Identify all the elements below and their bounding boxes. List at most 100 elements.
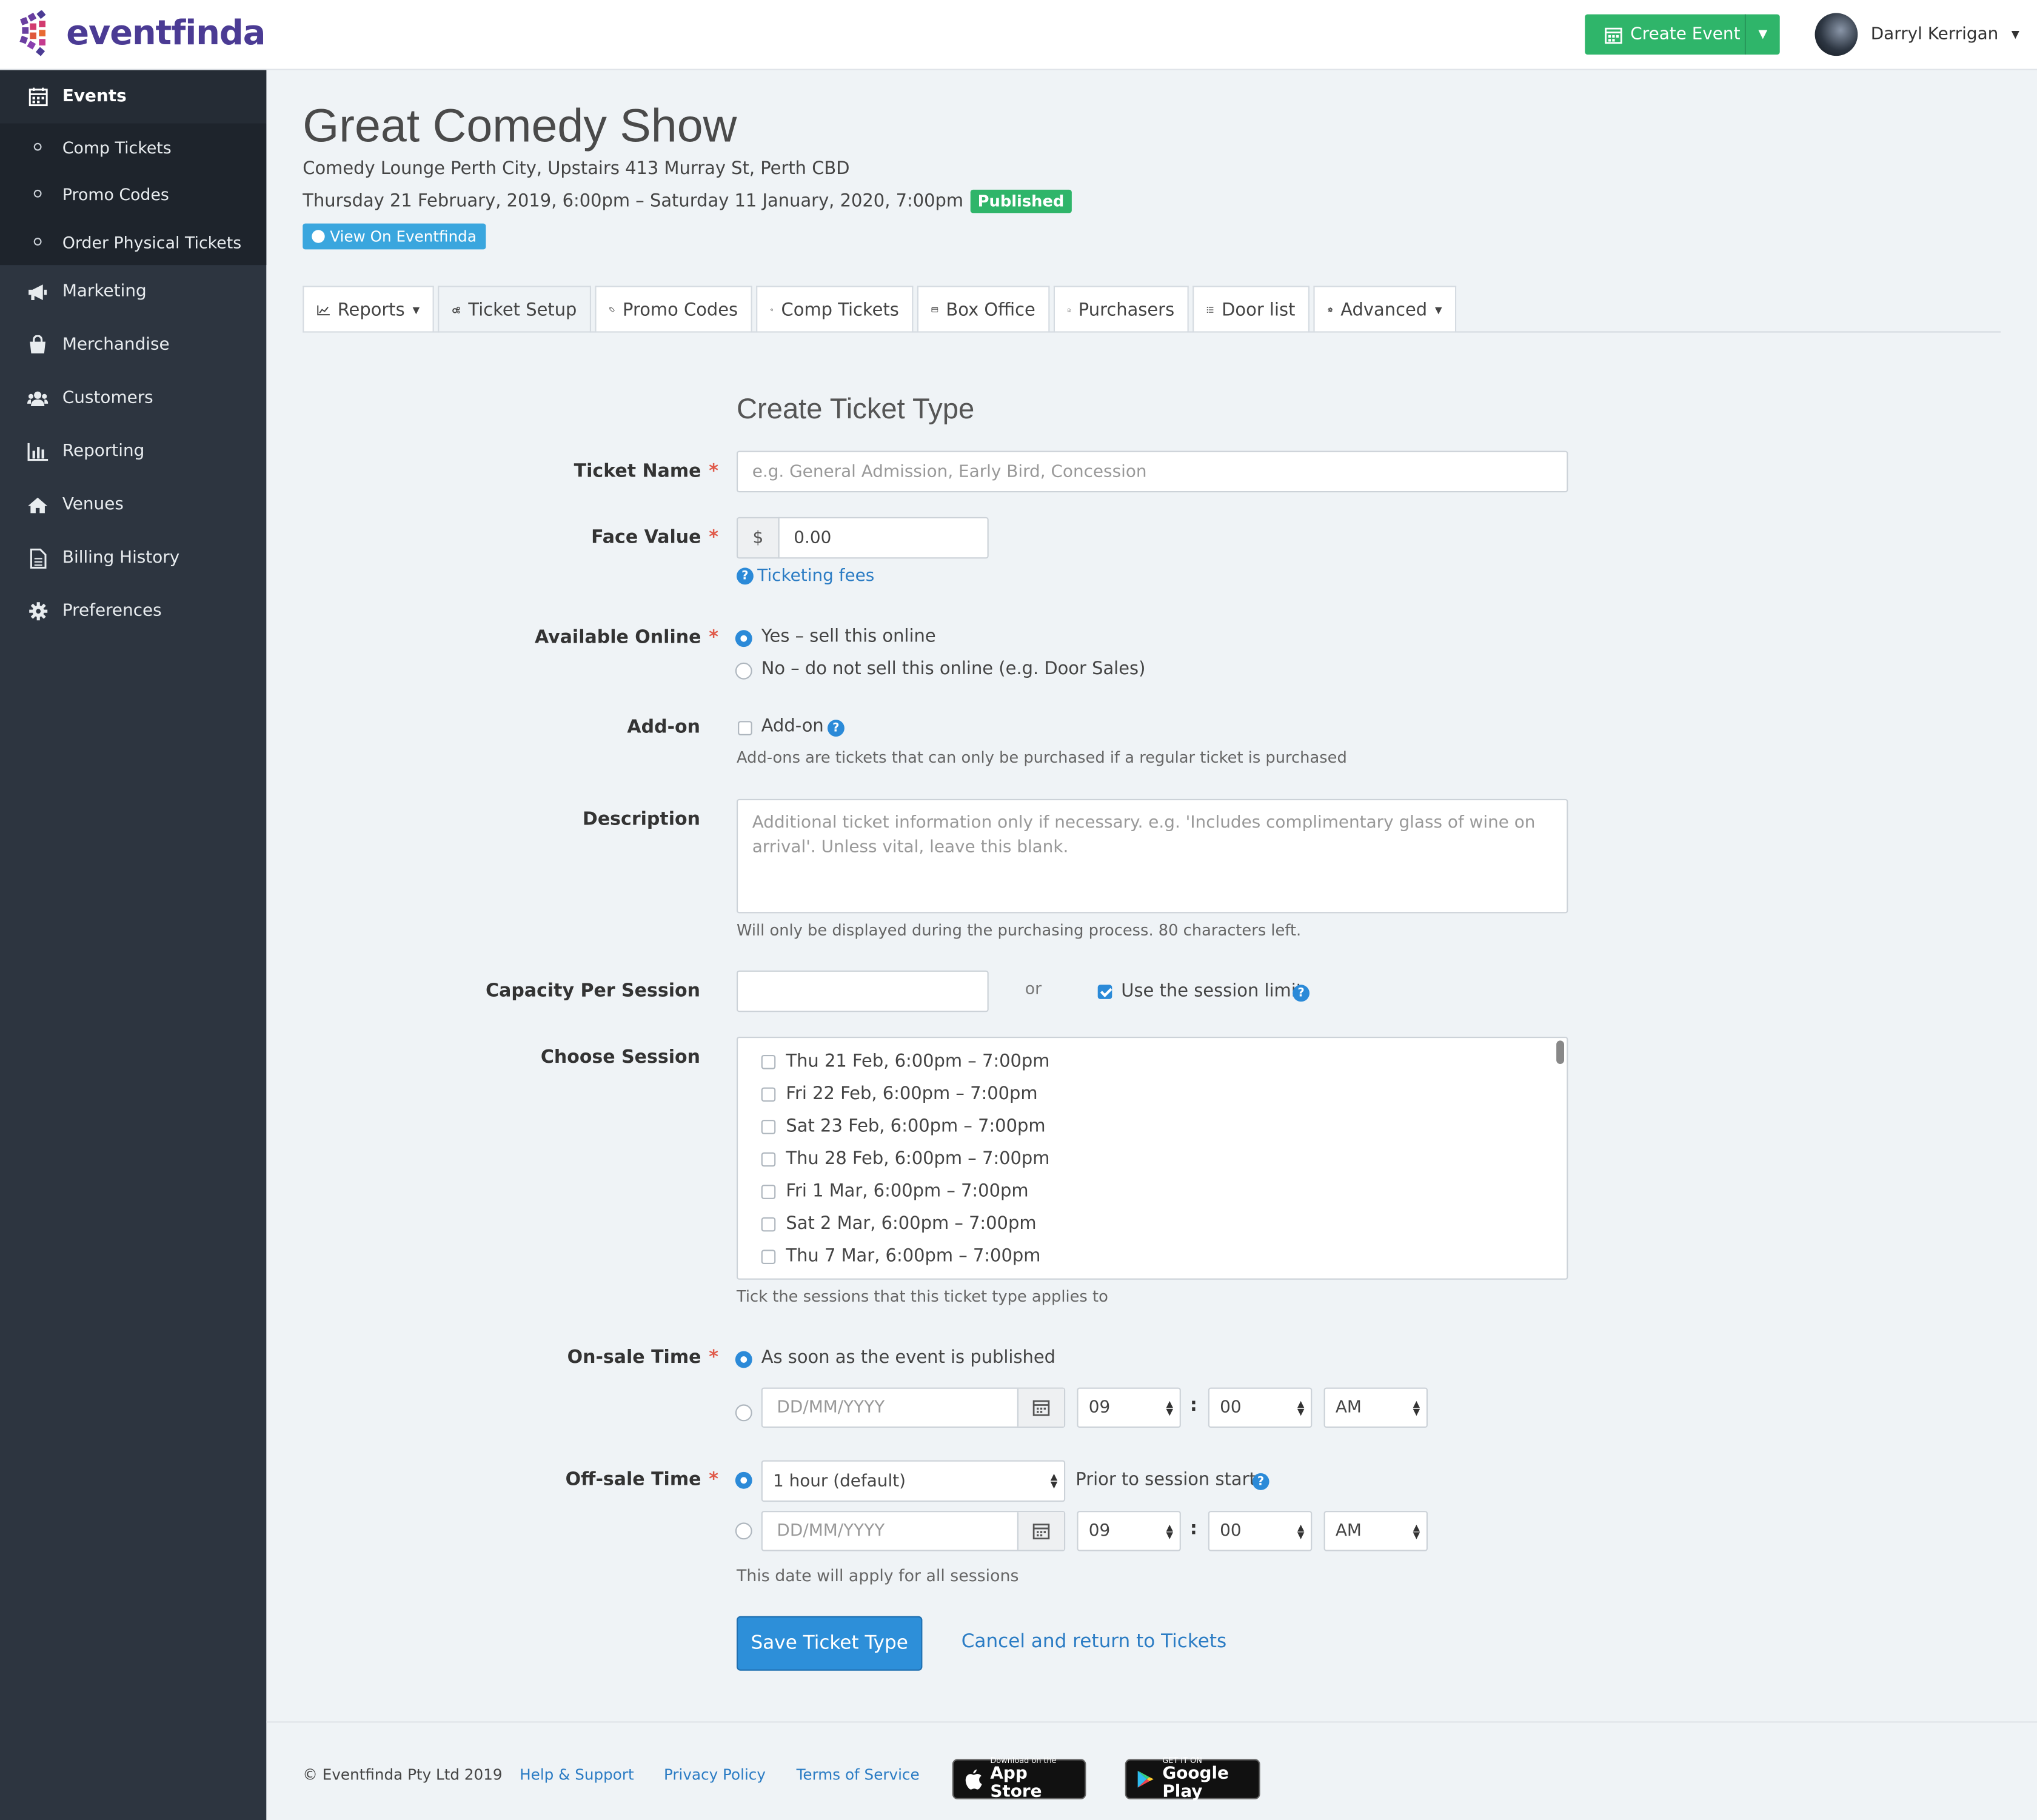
user-menu[interactable]: Darryl Kerrigan ▼	[1815, 13, 2019, 56]
label-text: Ticket Name	[574, 461, 701, 482]
onsale-date-input[interactable]: DD/MM/YYYY	[761, 1387, 1066, 1428]
addon-help-icon[interactable]: ?	[828, 720, 845, 737]
session-label: Sat 2 Mar, 6:00pm – 7:00pm	[786, 1213, 1037, 1234]
create-event-main[interactable]: Create Event	[1585, 14, 1746, 55]
session-checkbox[interactable]	[761, 1216, 776, 1231]
capacity-input[interactable]	[737, 970, 989, 1012]
sidebar-item-venues[interactable]: Venues	[0, 478, 266, 532]
offsale-date-radio[interactable]	[735, 1522, 752, 1540]
tab-reports[interactable]: Reports ▼	[303, 286, 434, 333]
available-online-yes-label[interactable]: Yes – sell this online	[761, 626, 936, 647]
session-item[interactable]: Thu 7 Mar, 6:00pm – 7:00pm	[761, 1246, 1040, 1266]
session-limit-checkbox[interactable]	[1097, 985, 1112, 999]
sidebar-item-reporting[interactable]: Reporting	[0, 425, 266, 478]
sidebar-subitem-order-physical-tickets[interactable]: Order Physical Tickets	[0, 218, 266, 265]
available-online-no-label[interactable]: No – do not sell this online (e.g. Door …	[761, 658, 1146, 679]
session-checkbox[interactable]	[761, 1086, 776, 1102]
create-event-dropdown-caret-icon[interactable]: ▼	[1746, 28, 1780, 41]
session-checkbox[interactable]	[761, 1151, 776, 1166]
currency-addon: $	[737, 517, 780, 559]
save-ticket-type-button[interactable]: Save Ticket Type	[737, 1616, 923, 1671]
terms-of-service-link[interactable]: Terms of Service	[797, 1765, 920, 1784]
tab-comp-tickets[interactable]: Comp Tickets	[756, 286, 914, 333]
session-item[interactable]: Thu 28 Feb, 6:00pm – 7:00pm	[761, 1148, 1049, 1169]
sidebar-item-preferences[interactable]: Preferences	[0, 584, 266, 638]
sidebar-item-customers[interactable]: Customers	[0, 372, 266, 425]
cancel-return-link[interactable]: Cancel and return to Tickets	[962, 1631, 1227, 1652]
session-checkbox[interactable]	[761, 1119, 776, 1134]
tab-advanced[interactable]: Advanced ▼	[1313, 286, 1457, 333]
session-list-scrollbar[interactable]	[1556, 1040, 1564, 1064]
onsale-hour-select[interactable]: 09 ▲ ▼	[1077, 1387, 1181, 1428]
session-list[interactable]: Thu 21 Feb, 6:00pm – 7:00pm Fri 22 Feb, …	[737, 1037, 1568, 1280]
offsale-duration-select[interactable]: 1 hour (default) ▲ ▼	[761, 1460, 1066, 1502]
tab-purchasers[interactable]: Purchasers	[1053, 286, 1189, 333]
session-item[interactable]: Fri 22 Feb, 6:00pm – 7:00pm	[761, 1083, 1038, 1104]
session-limit-help-icon[interactable]: ?	[1293, 985, 1310, 1002]
available-online-no-radio[interactable]	[735, 662, 752, 680]
sidebar-item-marketing[interactable]: Marketing	[0, 265, 266, 318]
offsale-date-input[interactable]: DD/MM/YYYY	[761, 1511, 1066, 1551]
chevron-down-icon: ▼	[412, 304, 420, 315]
addon-checkbox-label[interactable]: Add-on	[761, 716, 824, 737]
onsale-published-label[interactable]: As soon as the event is published	[761, 1347, 1055, 1368]
apple-icon	[965, 1769, 982, 1790]
session-limit-label[interactable]: Use the session limit	[1121, 981, 1303, 1002]
label-text: Available Online	[534, 627, 701, 649]
currency-symbol: $	[752, 528, 764, 548]
bar-chart-icon	[27, 441, 48, 462]
copyright-text: © Eventfinda Pty Ltd 2019	[303, 1765, 503, 1784]
onsale-minute-select[interactable]: 00 ▲ ▼	[1208, 1387, 1313, 1428]
line-chart-icon	[317, 304, 330, 315]
users-icon	[27, 388, 48, 409]
required-asterisk: *	[709, 461, 718, 482]
session-checkbox[interactable]	[761, 1054, 776, 1069]
onsale-published-radio[interactable]	[735, 1351, 752, 1368]
sidebar-item-events[interactable]: Events	[0, 70, 267, 124]
ticketing-fees-link[interactable]: ? Ticketing fees	[737, 566, 874, 586]
offsale-date-placeholder: DD/MM/YYYY	[777, 1521, 885, 1541]
session-item[interactable]: Thu 21 Feb, 6:00pm – 7:00pm	[761, 1051, 1049, 1072]
label-text: Face Value	[591, 527, 701, 549]
face-value-label: Face Value *	[591, 527, 718, 548]
home-icon	[27, 494, 48, 515]
calendar-icon[interactable]	[1017, 1512, 1064, 1550]
offsale-help-icon[interactable]: ?	[1252, 1473, 1269, 1490]
google-play-badge[interactable]: GET IT ON Google Play	[1125, 1756, 1260, 1801]
onsale-date-radio[interactable]	[735, 1404, 752, 1422]
available-online-yes-radio[interactable]	[735, 630, 752, 647]
sidebar-subitem-promo-codes[interactable]: Promo Codes	[0, 170, 266, 217]
tab-ticket-setup[interactable]: Ticket Setup	[438, 286, 591, 333]
offsale-default-radio[interactable]	[735, 1471, 752, 1489]
tab-label: Comp Tickets	[781, 299, 899, 321]
face-value-text: 0.00	[794, 528, 832, 548]
app-store-badge[interactable]: Download on the App Store	[952, 1756, 1086, 1801]
offsale-minute-select[interactable]: 00 ▲ ▼	[1208, 1511, 1313, 1551]
sidebar-subitem-comp-tickets[interactable]: Comp Tickets	[0, 124, 266, 170]
face-value-input[interactable]: 0.00	[778, 517, 989, 559]
offsale-ampm-select[interactable]: AM ▲ ▼	[1323, 1511, 1428, 1551]
privacy-policy-link[interactable]: Privacy Policy	[664, 1765, 766, 1784]
addon-checkbox[interactable]	[738, 721, 752, 735]
view-on-eventfinda-button[interactable]: View On Eventfinda	[303, 223, 486, 250]
tab-door-list[interactable]: Door list	[1192, 286, 1310, 333]
ticket-name-input[interactable]: e.g. General Admission, Early Bird, Conc…	[737, 450, 1568, 493]
shopping-bag-icon	[27, 335, 48, 355]
session-checkbox[interactable]	[761, 1184, 776, 1199]
eventfinda-logo[interactable]: eventfinda	[18, 10, 266, 57]
sidebar-item-billing-history[interactable]: Billing History	[0, 531, 266, 584]
tab-box-office[interactable]: Box Office	[917, 286, 1050, 333]
session-item[interactable]: Sat 2 Mar, 6:00pm – 7:00pm	[761, 1213, 1037, 1234]
help-support-link[interactable]: Help & Support	[520, 1765, 634, 1784]
session-checkbox[interactable]	[761, 1249, 776, 1263]
tab-promo-codes[interactable]: Promo Codes	[595, 286, 752, 333]
description-textarea[interactable]: Additional ticket information only if ne…	[737, 798, 1568, 914]
session-item[interactable]: Fri 1 Mar, 6:00pm – 7:00pm	[761, 1181, 1029, 1202]
create-event-button[interactable]: Create Event ▼	[1585, 14, 1780, 55]
calendar-icon[interactable]	[1017, 1388, 1064, 1427]
chevron-down-icon: ▼	[2011, 28, 2019, 41]
sidebar-item-merchandise[interactable]: Merchandise	[0, 318, 266, 372]
onsale-ampm-select[interactable]: AM ▲ ▼	[1323, 1387, 1428, 1428]
session-item[interactable]: Sat 23 Feb, 6:00pm – 7:00pm	[761, 1116, 1046, 1137]
offsale-hour-select[interactable]: 09 ▲ ▼	[1077, 1511, 1181, 1551]
